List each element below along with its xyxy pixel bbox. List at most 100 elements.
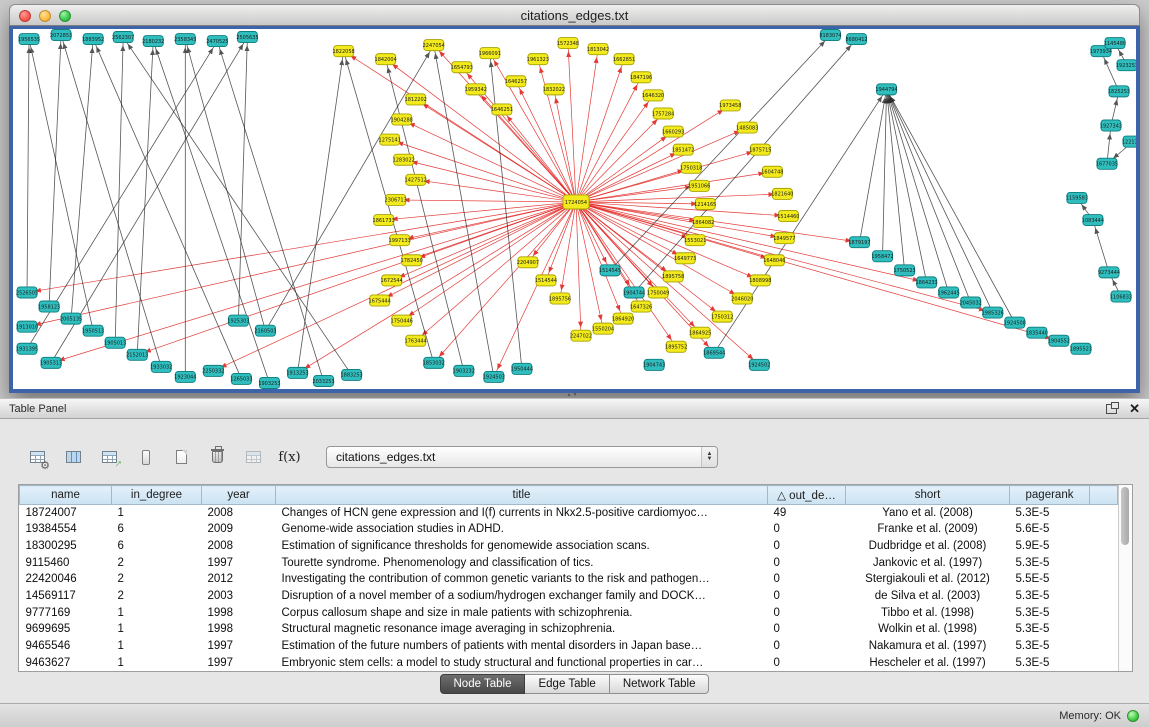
graph-node[interactable]: 1835440 <box>1026 327 1048 338</box>
graph-node[interactable]: 2005135 <box>60 313 82 324</box>
graph-node[interactable]: 1427512 <box>405 174 427 185</box>
graph-node[interactable]: 1677035 <box>1096 158 1118 169</box>
table-cell[interactable]: Estimation of significance thresholds fo… <box>276 538 768 555</box>
graph-node[interactable]: 1649773 <box>674 253 696 264</box>
graph-node[interactable]: 2152013 <box>126 349 148 360</box>
table-cell[interactable]: 1 <box>112 604 202 621</box>
row-tools-button[interactable] <box>132 444 159 470</box>
table-row[interactable]: 1938455462009Genome-wide association stu… <box>20 521 1118 538</box>
graph-node[interactable]: 1851472 <box>672 144 694 155</box>
graph-node[interactable]: 1750446 <box>391 315 413 326</box>
table-cell[interactable]: Genome-wide association studies in ADHD. <box>276 521 768 538</box>
graph-edge[interactable] <box>27 202 576 327</box>
graph-node[interactable]: 1763444 <box>405 335 427 346</box>
graph-edge[interactable] <box>137 202 576 355</box>
table-row[interactable]: 969969511998Structural magnetic resonanc… <box>20 621 1118 638</box>
graph-node[interactable]: 1283022 <box>393 154 415 165</box>
table-cell[interactable]: 9463627 <box>20 654 112 671</box>
table-cell[interactable]: 9115460 <box>20 554 112 571</box>
table-cell[interactable]: 19384554 <box>20 521 112 538</box>
graph-edge[interactable] <box>238 37 247 321</box>
table-cell[interactable]: 0 <box>768 554 846 571</box>
graph-node[interactable]: 1904288 <box>391 114 413 125</box>
graph-edge[interactable] <box>298 202 576 373</box>
graph-node[interactable]: 1813042 <box>587 44 609 55</box>
table-cell[interactable]: 9777169 <box>20 604 112 621</box>
table-cell[interactable]: Changes of HCN gene expression and I(f) … <box>276 505 768 522</box>
table-cell[interactable]: 5.3E-5 <box>1010 638 1090 655</box>
graph-edge[interactable] <box>404 160 576 202</box>
graph-node[interactable]: 2250332 <box>202 365 224 376</box>
table-cell[interactable]: Disruption of a novel member of a sodium… <box>276 588 768 605</box>
minimize-window-button[interactable] <box>39 10 51 22</box>
graph-node[interactable]: 1895758 <box>662 271 684 282</box>
graph-node[interactable]: 2562307 <box>112 32 134 43</box>
graph-node[interactable]: 2204907 <box>517 257 539 268</box>
table-cell[interactable]: 5.5E-5 <box>1010 571 1090 588</box>
table-cell[interactable]: 1998 <box>202 604 276 621</box>
table-cell[interactable]: 5.9E-5 <box>1010 538 1090 555</box>
graph-node[interactable]: 2045032 <box>960 297 982 308</box>
graph-node[interactable]: 2358343 <box>174 34 196 45</box>
graph-node[interactable]: 1572348 <box>557 38 579 49</box>
graph-node[interactable]: 1214165 <box>694 198 716 209</box>
graph-node[interactable]: 1812202 <box>405 94 427 105</box>
graph-node[interactable]: 1832022 <box>543 84 565 95</box>
table-cell[interactable]: 14569117 <box>20 588 112 605</box>
graph-edge[interactable] <box>568 43 576 202</box>
graph-node[interactable]: 1905313 <box>40 357 62 368</box>
table-cell[interactable]: 2 <box>112 554 202 571</box>
table-cell[interactable]: 5.3E-5 <box>1010 554 1090 571</box>
table-cell[interactable]: 2 <box>112 571 202 588</box>
graph-edge[interactable] <box>396 200 576 202</box>
graph-node[interactable]: 8183074 <box>819 30 841 41</box>
graph-node[interactable]: 2470525 <box>206 36 228 47</box>
graph-node[interactable]: 1159583 <box>1066 192 1088 203</box>
graph-node[interactable]: 1879197 <box>848 237 870 248</box>
new-table-button[interactable] <box>168 444 195 470</box>
table-cell[interactable]: 1998 <box>202 621 276 638</box>
close-window-button[interactable] <box>19 10 31 22</box>
graph-edge[interactable] <box>27 39 29 292</box>
graph-node[interactable]: 1927343 <box>1100 120 1122 131</box>
graph-node[interactable]: 1959342 <box>465 84 487 95</box>
table-cell[interactable]: 1 <box>112 654 202 671</box>
graph-node[interactable]: 1913253 <box>286 367 308 378</box>
table-cell[interactable]: 9465546 <box>20 638 112 655</box>
graph-node[interactable]: 1647326 <box>630 301 652 312</box>
graph-node[interactable]: 1924502 <box>748 359 770 370</box>
graph-node[interactable]: 1646251 <box>491 104 513 115</box>
graph-node[interactable]: 1864925 <box>689 327 711 338</box>
table-row[interactable]: 977716911998Corpus callosum shape and si… <box>20 604 1118 621</box>
table-cell[interactable]: 6 <box>112 521 202 538</box>
table-cell[interactable]: 1997 <box>202 654 276 671</box>
graph-node[interactable]: 1925303 <box>227 315 249 326</box>
graph-node[interactable]: 1648046 <box>763 255 785 266</box>
column-header[interactable]: year <box>202 486 276 505</box>
table-row[interactable]: 946554611997Estimation of the future num… <box>20 638 1118 655</box>
graph-node[interactable]: 1864233 <box>916 277 938 288</box>
graph-node[interactable]: 1106833 <box>1110 291 1132 302</box>
delete-entries-button[interactable] <box>204 444 231 470</box>
graph-node[interactable]: 1849577 <box>773 233 795 244</box>
table-cell[interactable]: Structural magnetic resonance image aver… <box>276 621 768 638</box>
table-cell[interactable]: 0 <box>768 588 846 605</box>
table-cell[interactable]: 5.3E-5 <box>1010 621 1090 638</box>
graph-node[interactable]: 1221397 <box>1122 136 1136 147</box>
table-cell[interactable]: 5.3E-5 <box>1010 588 1090 605</box>
graph-node[interactable]: 8680412 <box>845 34 867 45</box>
graph-node[interactable]: 1997133 <box>389 235 411 246</box>
table-cell[interactable]: 1997 <box>202 638 276 655</box>
table-cell[interactable]: 18300295 <box>20 538 112 555</box>
table-row[interactable]: 1872400712008Changes of HCN gene express… <box>20 505 1118 522</box>
table-cell[interactable]: 0 <box>768 621 846 638</box>
table-cell[interactable]: de Silva et al. (2003) <box>846 588 1010 605</box>
graph-node[interactable]: 1750049 <box>647 287 669 298</box>
table-cell[interactable]: 22420046 <box>20 571 112 588</box>
graph-node[interactable]: 1808998 <box>749 275 771 286</box>
table-cell[interactable]: 49 <box>768 505 846 522</box>
column-header[interactable]: title <box>276 486 768 505</box>
graph-node[interactable]: 1662851 <box>613 54 635 65</box>
network-canvas[interactable]: 1724054157234818130421662851184719616463… <box>13 29 1136 389</box>
column-header[interactable]: name <box>20 486 112 505</box>
